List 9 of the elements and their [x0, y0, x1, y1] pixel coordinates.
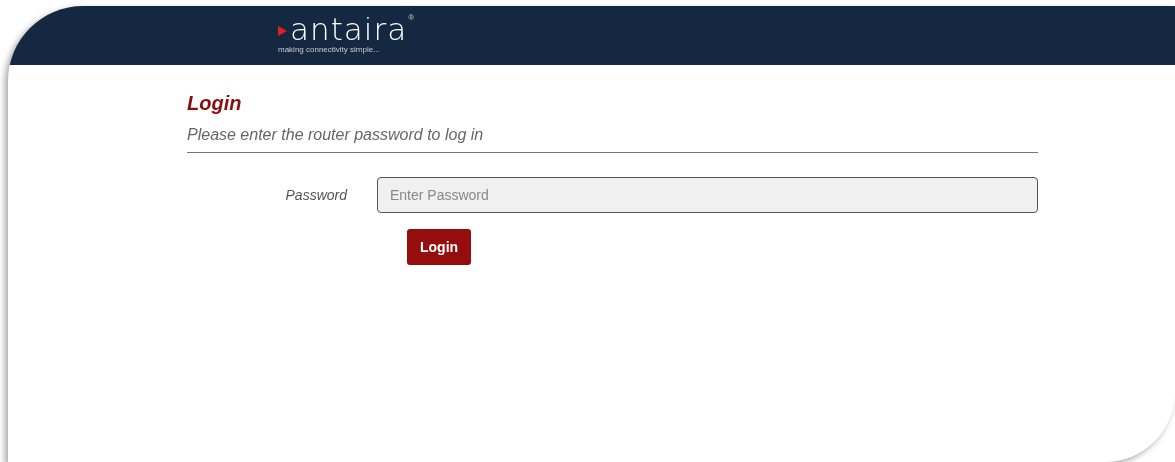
password-field[interactable]: Enter Password — [377, 177, 1038, 213]
registered-mark: ® — [408, 14, 415, 22]
page-subtitle: Please enter the router password to log in — [187, 123, 1038, 153]
play-icon — [278, 26, 287, 36]
field-label: Password — [284, 185, 349, 205]
tagline: making connectivity simple... — [278, 45, 381, 55]
logo-text: antaira — [290, 14, 408, 44]
page-title: Login — [187, 91, 243, 115]
login-button[interactable]: Login — [407, 229, 472, 265]
